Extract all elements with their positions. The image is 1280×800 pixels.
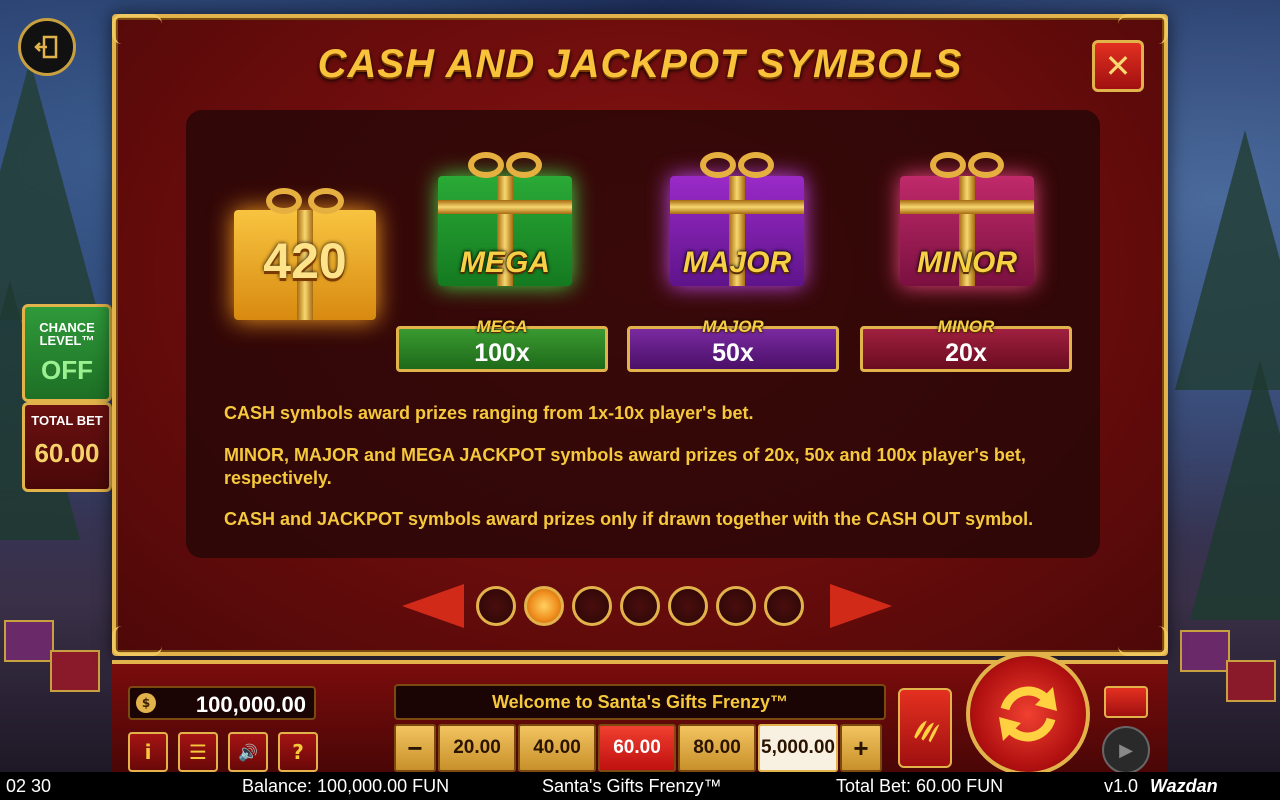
status-total-bet: Total Bet: 60.00 FUN [836,776,1004,796]
mega-payout-plaque: MEGA 100x [396,317,608,372]
message-bar: Welcome to Santa's Gifts Frenzy™ [394,684,886,720]
page-title: CASH AND JACKPOT SYMBOLS [317,42,963,86]
status-balance: Balance: 100,000.00 FUN [242,776,450,796]
status-bar: 02 30 Balance: 100,000.00 FUN Santa's Gi… [0,772,1280,800]
page-dot[interactable] [668,586,708,626]
ornament-corner [112,626,162,656]
page-dot[interactable] [764,586,804,626]
minor-payout-plaque: MINOR 20x [860,317,1072,372]
plaque-name: MINOR [937,317,995,336]
close-button[interactable]: ✕ [1092,40,1144,92]
control-bar: $ 100,000.00 i ☰ 🔊 ? Welcome to Santa's … [112,652,1168,776]
cash-symbol: 420 [230,170,380,320]
side-panel: CHANCE LEVEL™ OFF TOTAL BET 60.00 [22,304,112,492]
next-page-button[interactable] [830,584,892,628]
ornament-corner [112,14,162,44]
chance-level-label: LEVEL™ [39,333,95,348]
plaque-name: MEGA [476,317,528,336]
minor-jackpot-symbol: MINOR [892,140,1042,290]
plaque-name: MAJOR [702,317,764,336]
major-jackpot-symbol: MAJOR [662,140,812,290]
turbo-button[interactable] [898,688,952,768]
bet-option[interactable]: 80.00 [678,724,756,772]
description-paragraph: CASH and JACKPOT symbols award prizes on… [224,509,1034,529]
total-bet-label: TOTAL BET [31,413,103,428]
plaque-multiplier: 50x [712,339,754,367]
page-navigator [402,582,892,634]
close-icon: ✕ [1104,47,1132,85]
background-gift [50,650,100,692]
page-dot[interactable] [716,586,756,626]
background-gift [4,620,54,662]
background-gift [1180,630,1230,672]
minor-label: MINOR [917,246,1017,279]
play-icon: ▶ [1119,739,1133,761]
ornament-corner [1118,626,1168,656]
page-dot[interactable] [476,586,516,626]
help-icon: ? [292,740,304,764]
sound-button[interactable]: 🔊 [228,732,268,772]
previous-page-button[interactable] [402,584,464,628]
menu-icon: ☰ [189,740,207,764]
brand-logo: Wazdan [1150,776,1218,796]
description-paragraph: CASH symbols award prizes ranging from 1… [224,403,754,423]
page-dot-active[interactable] [524,586,564,626]
paytable-panel: CASH AND JACKPOT SYMBOLS ✕ 420 MEGA MAJO… [112,14,1168,656]
exit-button[interactable] [18,18,76,76]
page-dot[interactable] [572,586,612,626]
total-bet-display: TOTAL BET 60.00 [22,402,112,492]
bet-option-max[interactable]: 5,000.00 [758,724,838,772]
version-label: v1.0 [1104,776,1139,796]
page-dot[interactable] [620,586,660,626]
cash-value: 420 [263,233,347,289]
plaque-multiplier: 100x [474,339,530,367]
major-label: MAJOR [682,246,792,279]
total-bet-value: 60.00 [34,438,100,468]
chili-icon [914,720,940,743]
spin-button[interactable] [966,652,1090,776]
description-paragraph: MINOR, MAJOR and MEGA JACKPOT symbols aw… [224,445,1026,488]
menu-button[interactable]: ☰ [178,732,218,772]
exit-icon [34,35,58,59]
chance-level-toggle[interactable]: CHANCE LEVEL™ OFF [22,304,112,402]
page-dots [476,586,804,626]
bet-option-selected[interactable]: 60.00 [598,724,676,772]
background-tree [1175,130,1280,390]
mega-label: MEGA [460,246,550,279]
bet-option[interactable]: 20.00 [438,724,516,772]
info-button[interactable]: i [128,732,168,772]
balance-value: 100,000.00 [195,692,306,717]
balance-display: $ 100,000.00 [128,686,316,720]
speaker-icon: 🔊 [238,742,258,762]
chance-level-value: OFF [41,355,93,385]
info-icon: i [144,740,152,764]
bet-selector: − 20.00 40.00 60.00 80.00 5,000.00 + [394,724,882,772]
background-gift [1226,660,1276,702]
bet-option[interactable]: 40.00 [518,724,596,772]
money-bag-icon: $ [136,693,156,713]
plaque-multiplier: 20x [945,339,987,367]
paytable-button[interactable] [1104,686,1148,718]
content-area: 420 MEGA MAJOR MINOR MEGA 100x MAJOR 50x… [186,110,1100,558]
help-button[interactable]: ? [278,732,318,772]
spin-arrows-icon [999,686,1057,742]
mega-jackpot-symbol: MEGA [430,140,580,290]
bet-decrease-button[interactable]: − [394,724,436,772]
status-game-name: Santa's Gifts Frenzy™ [542,776,722,796]
bet-increase-button[interactable]: + [840,724,882,772]
background-tree [1190,360,1280,620]
clock: 02 30 [6,776,52,796]
autoplay-button[interactable]: ▶ [1102,726,1150,774]
major-payout-plaque: MAJOR 50x [627,317,839,372]
